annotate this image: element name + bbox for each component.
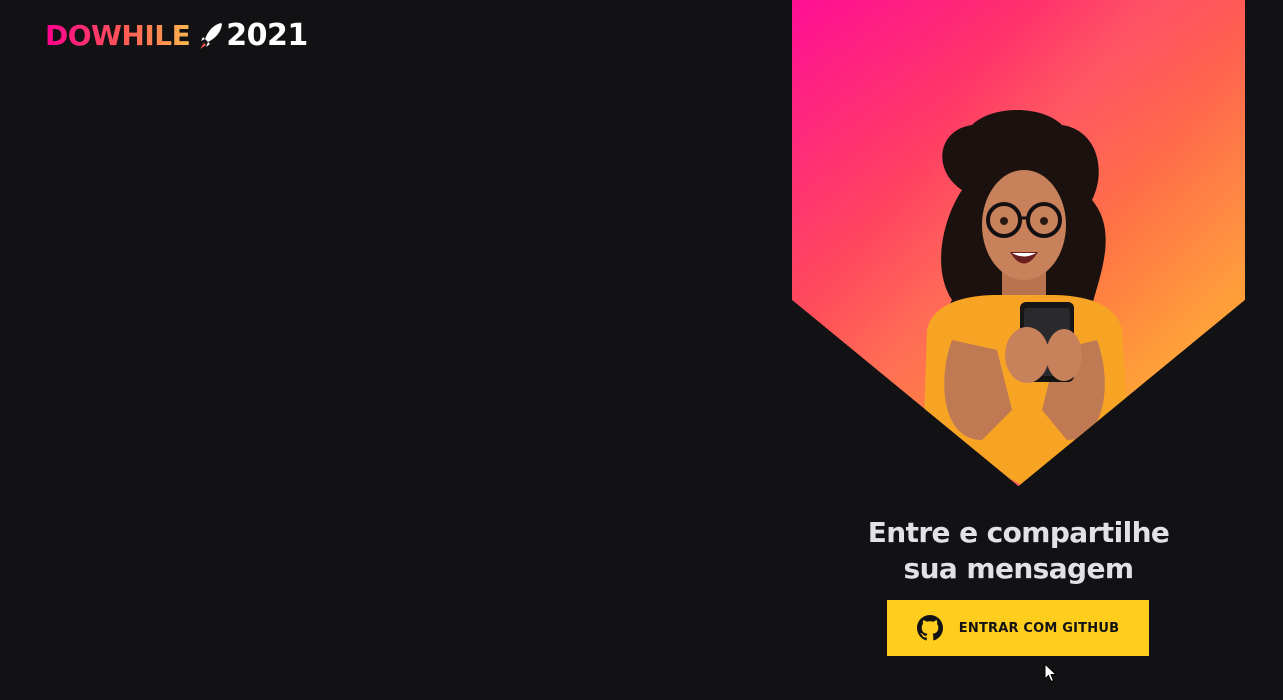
login-panel: Entre e compartilhe sua mensagem ENTRAR … xyxy=(792,0,1245,700)
hero-banner xyxy=(792,0,1245,486)
github-login-label: ENTRAR COM GITHUB xyxy=(958,620,1120,636)
dowhile-logo: DOWHILE 2021 xyxy=(45,18,308,54)
login-title-line-2: sua mensagem xyxy=(903,551,1135,585)
mouse-cursor-icon xyxy=(1044,663,1057,683)
logo-year: 2021 xyxy=(226,18,308,53)
rocket-icon xyxy=(200,23,223,49)
login-title: Entre e compartilhe sua mensagem xyxy=(792,515,1245,587)
hero-person-illustration xyxy=(906,110,1133,486)
github-icon xyxy=(916,615,943,641)
github-login-button[interactable]: ENTRAR COM GITHUB xyxy=(887,600,1149,656)
login-title-line-1: Entre e compartilhe xyxy=(867,515,1170,549)
logo-text: DOWHILE xyxy=(45,19,191,52)
